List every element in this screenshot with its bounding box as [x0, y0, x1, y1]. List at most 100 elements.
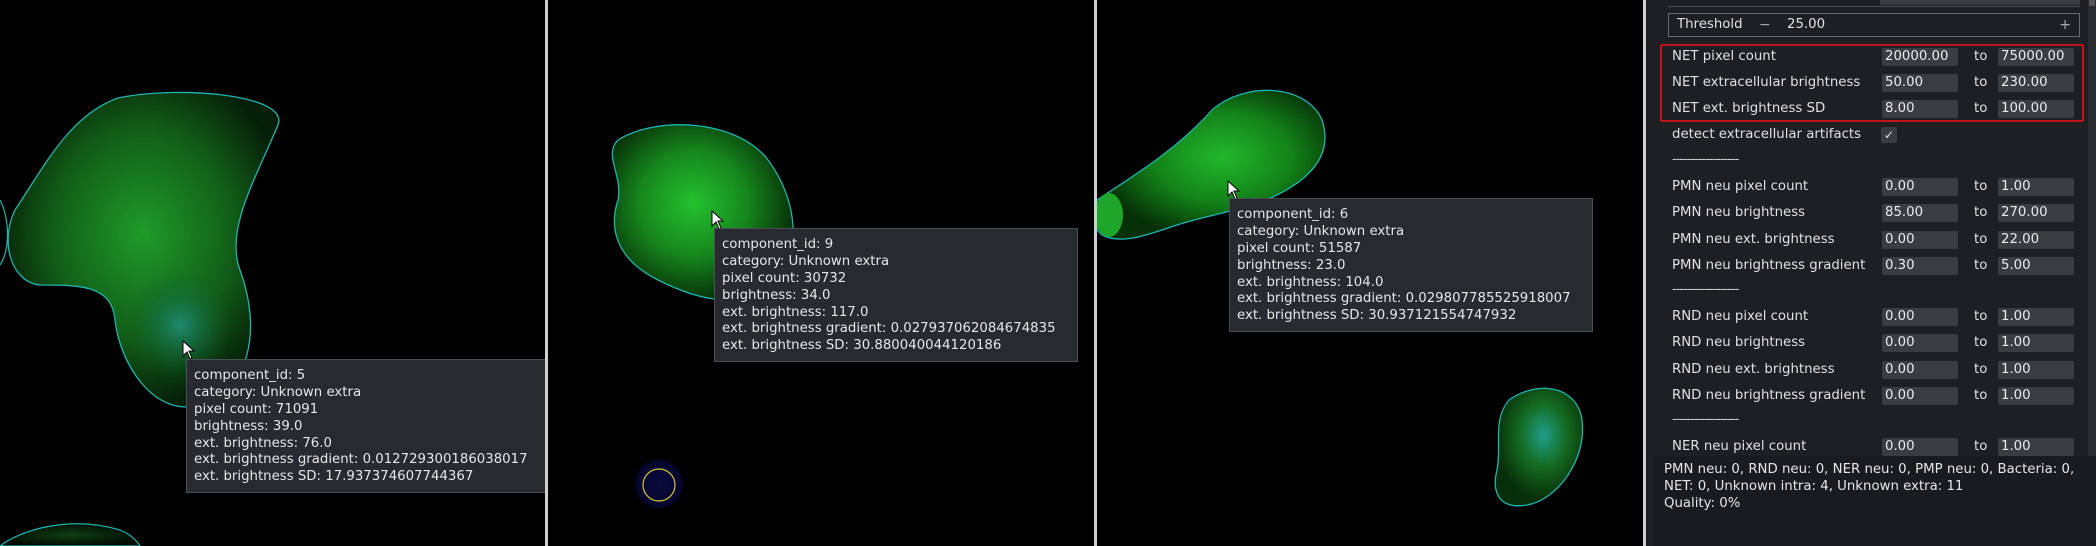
row-label: PMN neu brightness	[1672, 205, 1806, 220]
filter-row-rnd-brightness: RND neu brightness 0.00 to 1.00	[1672, 332, 2074, 354]
max-input[interactable]: 1.00	[1998, 387, 2074, 405]
tooltip-line: ext. brightness: 76.0	[194, 435, 332, 451]
tooltip-line: brightness: 39.0	[194, 418, 303, 434]
tooltip-line: ext. brightness SD: 30.880040044120186	[722, 338, 1002, 354]
tooltip-line: brightness: 23.0	[1237, 257, 1346, 273]
min-input[interactable]: 0.00	[1882, 387, 1958, 405]
filter-row-pmn-ext-brightness: PMN neu ext. brightness 0.00 to 22.00	[1672, 229, 2074, 251]
max-input[interactable]: 270.00	[1998, 204, 2074, 222]
min-input[interactable]: 0.00	[1882, 178, 1958, 196]
status-line: NET: 0, Unknown intra: 4, Unknown extra:…	[1664, 479, 1964, 494]
row-label: RND neu brightness	[1672, 335, 1806, 350]
row-label: RND neu pixel count	[1672, 309, 1809, 324]
tooltip-line: pixel count: 71091	[194, 401, 319, 417]
separator: ------------------	[1672, 282, 1739, 297]
to-label: to	[1974, 179, 1988, 194]
to-label: to	[1974, 388, 1988, 403]
row-label: PMN neu pixel count	[1672, 179, 1809, 194]
row-label: PMN neu brightness gradient	[1672, 258, 1866, 273]
to-label: to	[1974, 232, 1988, 247]
increment-button[interactable]: +	[2059, 14, 2071, 36]
component-tooltip-6: component_id: 6 category: Unknown extra …	[1229, 198, 1593, 333]
min-input[interactable]: 50.00	[1882, 74, 1958, 92]
cell-blob	[1494, 387, 1584, 507]
max-input[interactable]: 100.00	[1998, 100, 2074, 118]
max-input[interactable]: 1.00	[1998, 438, 2074, 456]
row-label: RND neu brightness gradient	[1672, 388, 1866, 403]
row-label: NET pixel count	[1672, 49, 1776, 64]
to-label: to	[1974, 309, 1988, 324]
min-input[interactable]: 0.00	[1882, 308, 1958, 326]
max-input[interactable]: 1.00	[1998, 178, 2074, 196]
filter-row-rnd-ext-brightness: RND neu ext. brightness 0.00 to 1.00	[1672, 359, 2074, 381]
tooltip-line: pixel count: 30732	[722, 270, 847, 286]
component-tooltip-9: component_id: 9 category: Unknown extra …	[714, 228, 1078, 363]
max-input[interactable]: 5.00	[1998, 257, 2074, 275]
min-input[interactable]: 0.00	[1882, 334, 1958, 352]
tooltip-line: category: Unknown extra	[1237, 223, 1405, 239]
tooltip-line: ext. brightness SD: 30.937121554747932	[1237, 308, 1517, 324]
max-input[interactable]: 75000.00	[1998, 48, 2074, 66]
row-label: PMN neu ext. brightness	[1672, 232, 1835, 247]
tooltip-line: component_id: 9	[722, 237, 834, 252]
checkbox-label: detect extracellular artifacts	[1672, 127, 1862, 142]
image-panel-2[interactable]: component_id: 9 category: Unknown extra …	[548, 0, 1094, 546]
row-label: NET extracellular brightness	[1672, 75, 1861, 90]
mouse-cursor-icon	[1227, 180, 1241, 200]
scrollbar-thumb[interactable]	[2089, 0, 2095, 6]
tooltip-line: ext. brightness: 117.0	[722, 304, 869, 320]
mouse-cursor-icon	[711, 210, 725, 230]
combo-box[interactable]	[1880, 0, 2080, 5]
image-panel-1[interactable]: component_id: 5 category: Unknown extra …	[0, 0, 545, 546]
filter-row-net-ext-brightness: NET extracellular brightness 50.00 to 23…	[1672, 72, 2074, 94]
min-input[interactable]: 0.00	[1882, 231, 1958, 249]
min-input[interactable]: 20000.00	[1882, 48, 1958, 66]
tooltip-line: ext. brightness: 104.0	[1237, 274, 1384, 290]
decrement-button[interactable]: −	[1759, 14, 1771, 36]
to-label: to	[1974, 439, 1988, 454]
tooltip-line: component_id: 6	[1237, 207, 1349, 222]
top-combo-row	[1668, 0, 2080, 7]
min-input[interactable]: 0.00	[1882, 361, 1958, 379]
filter-row-net-ext-brightness-sd: NET ext. brightness SD 8.00 to 100.00	[1672, 98, 2074, 120]
tooltip-line: ext. brightness SD: 17.937374607744367	[194, 469, 474, 485]
row-label: RND neu ext. brightness	[1672, 362, 1835, 377]
max-input[interactable]: 1.00	[1998, 308, 2074, 326]
filter-row-rnd-pixel-count: RND neu pixel count 0.00 to 1.00	[1672, 306, 2074, 328]
filter-row-rnd-brightness-gradient: RND neu brightness gradient 0.00 to 1.00	[1672, 385, 2074, 407]
cell-edge-left	[0, 199, 9, 266]
threshold-spinbox[interactable]: Threshold − 25.00 +	[1668, 13, 2080, 37]
row-label: NER neu pixel count	[1672, 439, 1807, 454]
tooltip-line: ext. brightness gradient: 0.012729300186…	[194, 452, 528, 468]
to-label: to	[1974, 335, 1988, 350]
max-input[interactable]: 1.00	[1998, 334, 2074, 352]
tooltip-line: component_id: 5	[194, 368, 306, 383]
to-label: to	[1974, 101, 1988, 116]
min-input[interactable]: 8.00	[1882, 100, 1958, 118]
image-panel-3[interactable]: component_id: 6 category: Unknown extra …	[1097, 0, 1643, 546]
settings-scrollbar[interactable]	[2088, 0, 2096, 456]
max-input[interactable]: 1.00	[1998, 361, 2074, 379]
threshold-label: Threshold	[1677, 17, 1743, 32]
threshold-value[interactable]: 25.00	[1787, 14, 1825, 36]
to-label: to	[1974, 362, 1988, 377]
min-input[interactable]: 85.00	[1882, 204, 1958, 222]
max-input[interactable]: 230.00	[1998, 74, 2074, 92]
status-line: Quality: 0%	[1664, 496, 1741, 511]
separator: ------------------	[1672, 152, 1739, 167]
to-label: to	[1974, 258, 1988, 273]
mouse-cursor-icon	[182, 340, 196, 360]
separator: ------------------	[1672, 412, 1739, 427]
min-input[interactable]: 0.00	[1882, 438, 1958, 456]
to-label: to	[1974, 49, 1988, 64]
tooltip-line: ext. brightness gradient: 0.027937062084…	[722, 321, 1056, 337]
filter-row-pmn-brightness: PMN neu brightness 85.00 to 270.00	[1672, 202, 2074, 224]
detect-artifacts-row: detect extracellular artifacts	[1672, 124, 2072, 146]
max-input[interactable]: 22.00	[1998, 231, 2074, 249]
min-input[interactable]: 0.30	[1882, 257, 1958, 275]
status-summary: PMN neu: 0, RND neu: 0, NER neu: 0, PMP …	[1654, 456, 2096, 546]
detect-artifacts-checkbox[interactable]: ✓	[1881, 127, 1897, 143]
filter-row-pmn-brightness-gradient: PMN neu brightness gradient 0.30 to 5.00	[1672, 255, 2074, 277]
filter-row-ner-pixel-count: NER neu pixel count 0.00 to 1.00	[1672, 436, 2074, 458]
filter-row-net-pixel-count: NET pixel count 20000.00 to 75000.00	[1672, 46, 2074, 68]
